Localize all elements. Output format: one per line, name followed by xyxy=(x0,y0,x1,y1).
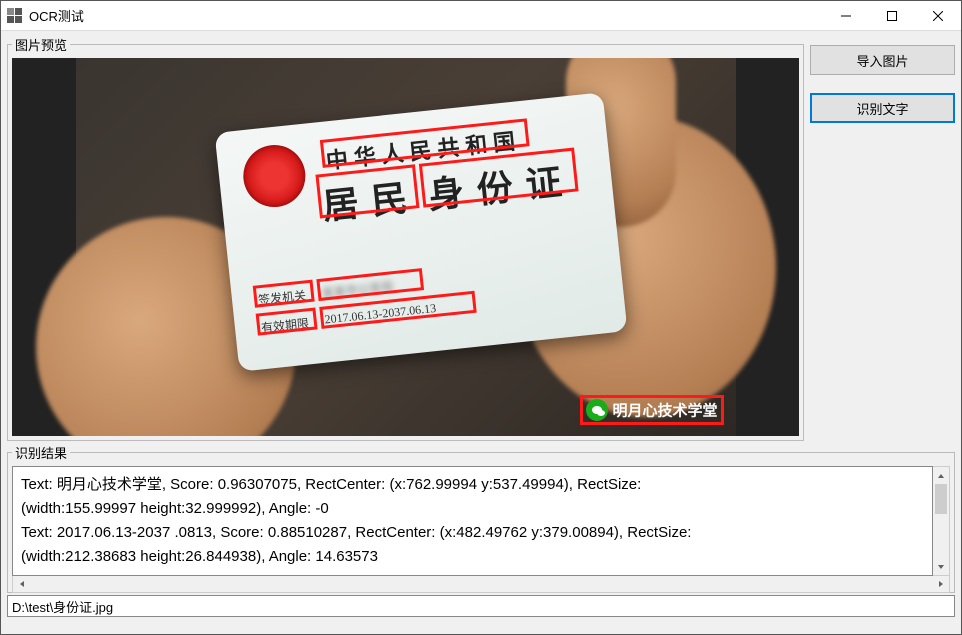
result-vertical-scrollbar[interactable] xyxy=(933,466,950,576)
app-window: OCR测试 图片预览 中华人民共和国 居 民 xyxy=(0,0,962,635)
image-path-field[interactable] xyxy=(7,595,955,617)
preview-group: 图片预览 中华人民共和国 居 民 身 份 证 签发机关 某某市公安局 xyxy=(7,35,804,441)
recognize-text-button[interactable]: 识别文字 xyxy=(810,93,955,123)
national-emblem-icon xyxy=(240,142,308,210)
preview-image-area: 中华人民共和国 居 民 身 份 证 签发机关 某某市公安局 有效期限 2017.… xyxy=(12,58,799,436)
scroll-up-icon[interactable] xyxy=(933,467,949,484)
scroll-right-icon[interactable] xyxy=(932,576,949,592)
side-button-panel: 导入图片 识别文字 xyxy=(810,35,955,441)
minimize-button[interactable] xyxy=(823,1,869,30)
result-textbox[interactable]: Text: 明月心技术学堂, Score: 0.96307075, RectCe… xyxy=(12,466,933,576)
result-line: (width:155.99997 height:32.999992), Angl… xyxy=(21,497,924,521)
preview-group-label: 图片预览 xyxy=(12,35,70,54)
maximize-button[interactable] xyxy=(869,1,915,30)
window-title: OCR测试 xyxy=(29,6,823,25)
result-line: Text: 2017.06.13-2037 .0813, Score: 0.88… xyxy=(21,521,924,545)
result-group: 识别结果 Text: 明月心技术学堂, Score: 0.96307075, R… xyxy=(7,443,955,593)
id-card: 中华人民共和国 居 民 身 份 证 签发机关 某某市公安局 有效期限 2017.… xyxy=(214,92,627,371)
scroll-thumb[interactable] xyxy=(935,484,947,514)
import-image-button[interactable]: 导入图片 xyxy=(810,45,955,75)
result-group-label: 识别结果 xyxy=(12,443,70,462)
watermark: 明月心技术学堂 xyxy=(586,399,717,421)
result-line: (width:212.38683 height:26.844938), Angl… xyxy=(21,545,924,569)
app-icon xyxy=(7,8,23,24)
scroll-down-icon[interactable] xyxy=(933,558,949,575)
client-area: 图片预览 中华人民共和国 居 民 身 份 证 签发机关 某某市公安局 xyxy=(1,31,961,634)
window-controls xyxy=(823,1,961,30)
result-horizontal-scrollbar[interactable] xyxy=(12,576,950,593)
id-card-photo: 中华人民共和国 居 民 身 份 证 签发机关 某某市公安局 有效期限 2017.… xyxy=(76,58,736,436)
close-button[interactable] xyxy=(915,1,961,30)
ocr-box xyxy=(252,280,314,308)
titlebar: OCR测试 xyxy=(1,1,961,31)
ocr-box xyxy=(580,395,723,425)
scroll-left-icon[interactable] xyxy=(13,576,30,592)
result-line: Text: 明月心技术学堂, Score: 0.96307075, RectCe… xyxy=(21,473,924,497)
